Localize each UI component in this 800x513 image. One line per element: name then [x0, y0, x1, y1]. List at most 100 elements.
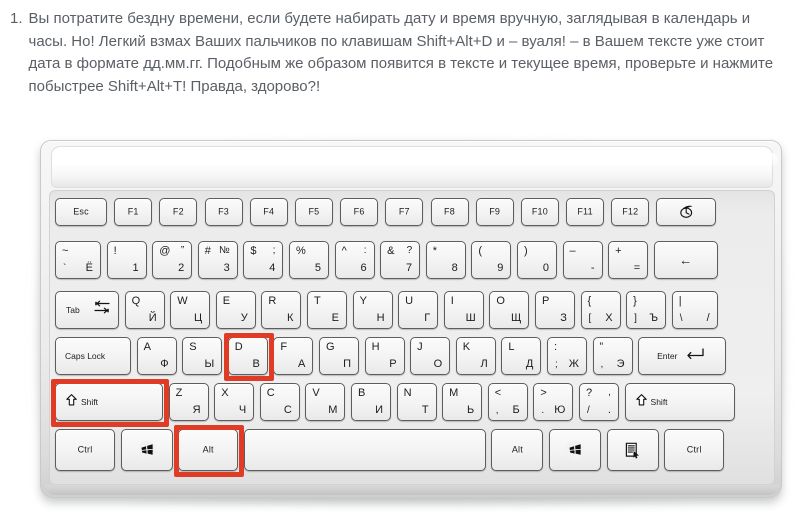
key-bracket-right[interactable]: }] Ъ: [626, 291, 667, 329]
key-legend-primary: R: [268, 295, 277, 307]
key-digit-5[interactable]: % 5: [288, 241, 329, 279]
key-bracket-left[interactable]: {[Х: [580, 291, 621, 329]
key-legend-secondary: .: [607, 404, 611, 416]
key-shift-left[interactable]: Shift: [55, 383, 163, 421]
key-f8[interactable]: F8: [430, 198, 469, 226]
key-backslash[interactable]: | \ /: [671, 291, 718, 329]
key-alt-left[interactable]: Alt: [178, 429, 239, 471]
key-u[interactable]: UГ: [398, 291, 439, 329]
key-space[interactable]: [243, 429, 486, 471]
key-legend-secondary: К: [286, 312, 294, 324]
key-f6[interactable]: F6: [340, 198, 379, 226]
key-v[interactable]: VМ: [305, 383, 346, 421]
key-label: F8: [444, 206, 455, 217]
key-f7[interactable]: F7: [385, 198, 424, 226]
key-y[interactable]: YН: [352, 291, 393, 329]
key-b[interactable]: BИ: [350, 383, 391, 421]
key-ctrl-right[interactable]: Ctrl: [664, 429, 725, 471]
key-w[interactable]: WЦ: [170, 291, 211, 329]
key-f3[interactable]: F3: [204, 198, 243, 226]
key-o[interactable]: OЩ: [489, 291, 530, 329]
key-legend-primary: F: [280, 341, 288, 353]
key-g[interactable]: GП: [318, 337, 359, 375]
key-legend-primary: ): [523, 245, 528, 257]
key-e[interactable]: EУ: [215, 291, 256, 329]
key-digit-2[interactable]: @ ” 2: [152, 241, 193, 279]
key-tilde[interactable]: ~ ` Ё: [55, 241, 101, 279]
key-legend-secondary: 5: [314, 262, 321, 274]
key-digit-8[interactable]: * 8: [425, 241, 466, 279]
key-f1[interactable]: F1: [114, 198, 153, 226]
key-q[interactable]: QЙ: [124, 291, 165, 329]
key-semicolon[interactable]: :; Ж: [546, 337, 587, 375]
key-legend-unshifted: ]: [634, 313, 637, 324]
key-legend-primary: ^: [341, 245, 347, 257]
key-equal[interactable]: + =: [608, 241, 649, 279]
key-legend-primary: W: [177, 295, 188, 307]
key-c[interactable]: CС: [259, 383, 300, 421]
key-legend-secondary: Е: [331, 312, 339, 324]
key-f11[interactable]: F11: [566, 198, 605, 226]
key-f9[interactable]: F9: [475, 198, 514, 226]
key-legend-unshifted: ,: [600, 359, 604, 370]
key-legend-primary: T: [313, 295, 321, 307]
key-k[interactable]: KЛ: [455, 337, 496, 375]
key-x[interactable]: XЧ: [214, 383, 255, 421]
key-s[interactable]: SЫ: [182, 337, 223, 375]
key-esc[interactable]: Esc: [55, 198, 107, 226]
key-j[interactable]: JО: [410, 337, 451, 375]
key-win-right[interactable]: [548, 429, 601, 471]
key-digit-0[interactable]: ) 0: [516, 241, 557, 279]
key-t[interactable]: TЕ: [306, 291, 347, 329]
key-a[interactable]: AФ: [136, 337, 177, 375]
key-digit-3[interactable]: # № 3: [197, 241, 238, 279]
key-win-left[interactable]: [120, 429, 173, 471]
key-h[interactable]: HР: [364, 337, 405, 375]
key-z[interactable]: ZЯ: [168, 383, 209, 421]
key-legend-unshifted: ,: [495, 405, 499, 416]
key-f10[interactable]: F10: [520, 198, 559, 226]
key-label: F7: [398, 206, 410, 217]
key-minus[interactable]: – -: [562, 241, 603, 279]
key-period[interactable]: >. Ю: [533, 383, 574, 421]
key-menu[interactable]: [606, 429, 659, 471]
key-legend-secondary: 3: [223, 262, 230, 274]
key-comma[interactable]: <, Б: [487, 383, 528, 421]
key-shift-right[interactable]: Shift: [624, 383, 735, 421]
key-n[interactable]: NТ: [396, 383, 437, 421]
key-digit-6[interactable]: ^: 6: [334, 241, 375, 279]
key-power-sleep[interactable]: [656, 198, 717, 226]
list-marker: 1.: [10, 10, 23, 27]
key-label: F4: [263, 206, 275, 217]
key-digit-7[interactable]: &? 7: [380, 241, 421, 279]
key-backspace[interactable]: ←: [653, 241, 718, 279]
key-m[interactable]: MЬ: [442, 383, 483, 421]
key-alt-right[interactable]: Alt: [491, 429, 544, 471]
key-l[interactable]: LД: [501, 337, 542, 375]
key-ctrl-left[interactable]: Ctrl: [55, 429, 115, 471]
key-digit-4[interactable]: $; 4: [243, 241, 284, 279]
key-caps-lock[interactable]: Caps Lock: [55, 337, 131, 375]
key-enter[interactable]: Enter: [638, 337, 727, 375]
key-legend-secondary: П: [343, 358, 351, 370]
key-legend-secondary: Г: [424, 312, 431, 324]
key-tab[interactable]: Tab: [55, 291, 119, 329]
key-f2[interactable]: F2: [159, 198, 198, 226]
key-quote[interactable]: ”, Э: [592, 337, 633, 375]
key-legend-primary: V: [312, 387, 320, 399]
key-legend-secondary: -: [590, 262, 595, 274]
key-f12[interactable]: F12: [611, 198, 650, 226]
bottom-letter-row: Shift Z Я X Ч C С V М B И N Т M Ь <, Б >. Ю?, /. Shift: [55, 383, 740, 421]
key-i[interactable]: IШ: [443, 291, 484, 329]
key-p[interactable]: PЗ: [534, 291, 575, 329]
key-legend-secondary: /: [706, 312, 710, 324]
key-f5[interactable]: F5: [294, 198, 333, 226]
key-digit-1[interactable]: ! 1: [106, 241, 147, 279]
key-slash[interactable]: ?, /.: [578, 383, 619, 421]
key-f[interactable]: FА: [273, 337, 314, 375]
key-f4[interactable]: F4: [249, 198, 288, 226]
key-digit-9[interactable]: (9: [471, 241, 512, 279]
key-d[interactable]: DВ: [227, 337, 268, 375]
key-r[interactable]: RК: [261, 291, 302, 329]
key-legend-primary: M: [449, 387, 459, 399]
